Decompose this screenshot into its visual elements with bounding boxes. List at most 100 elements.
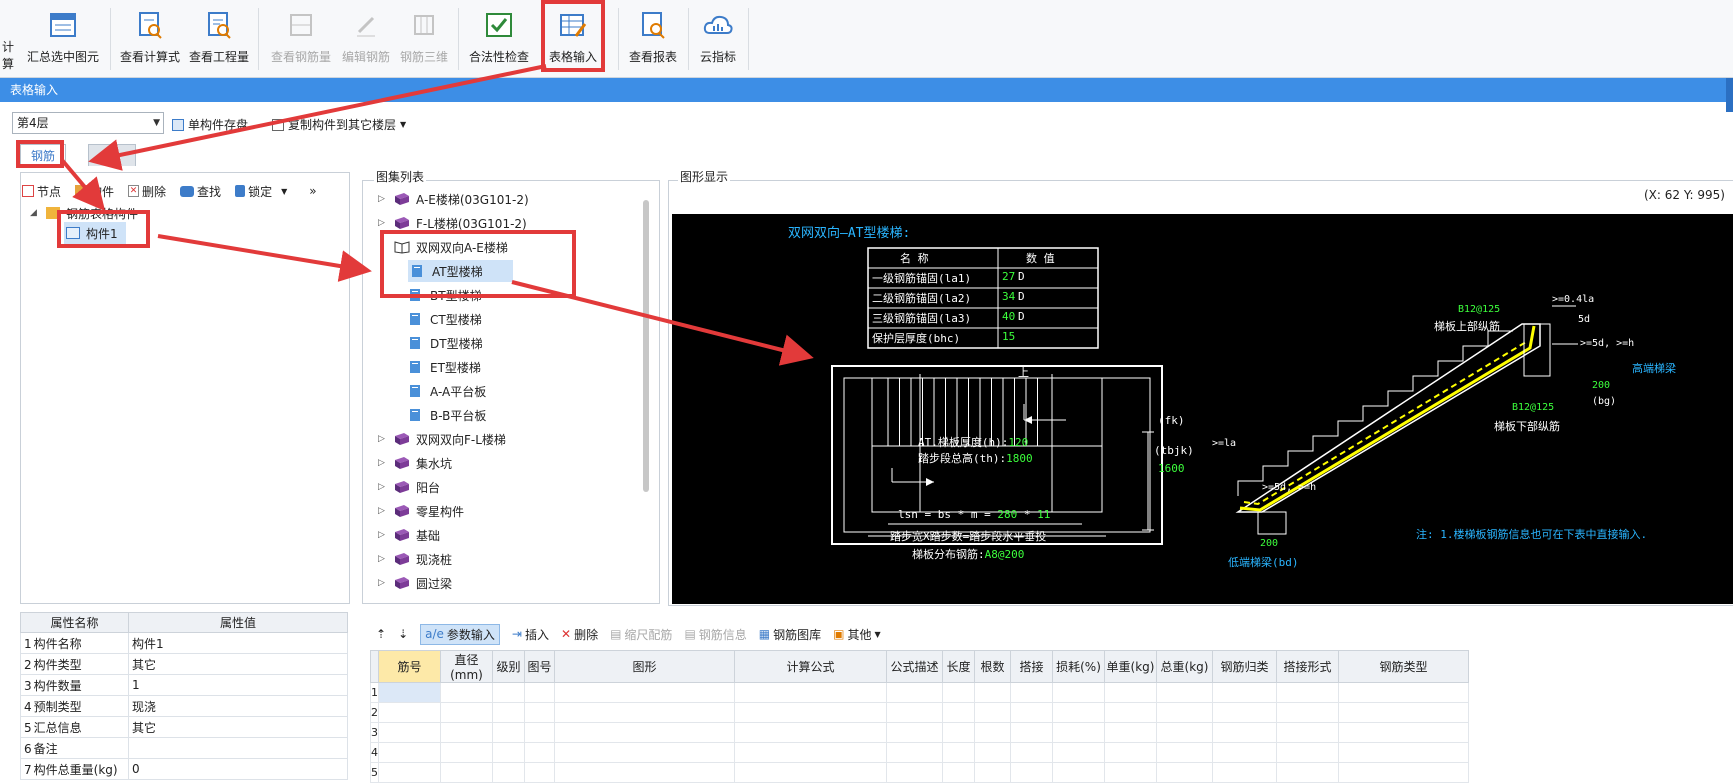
- grid-cell[interactable]: [886, 682, 943, 703]
- single-component-save-button[interactable]: 单构件存盘: [172, 116, 248, 133]
- tab-civil[interactable]: 土建: [88, 144, 136, 166]
- grid-cell[interactable]: [1156, 682, 1213, 703]
- expand-icon[interactable]: ▷: [378, 434, 388, 444]
- atlas-item[interactable]: B-B平台板: [408, 404, 486, 426]
- grid-header[interactable]: 计算公式: [734, 650, 887, 683]
- grid-header[interactable]: 钢筋类型: [1338, 650, 1469, 683]
- grid-cell[interactable]: [1338, 742, 1469, 763]
- move-up-button[interactable]: ⇡: [376, 627, 386, 641]
- grid-cell[interactable]: [1338, 682, 1469, 703]
- property-row[interactable]: 3 构件数量 1: [20, 674, 348, 696]
- grid-cell[interactable]: [378, 682, 441, 703]
- property-value[interactable]: [128, 737, 348, 759]
- grid-cell[interactable]: [974, 742, 1011, 763]
- grid-row[interactable]: 1: [370, 682, 1469, 703]
- lock-button[interactable]: 锁定 ▼: [235, 183, 287, 200]
- grid-cell[interactable]: [1010, 722, 1053, 743]
- grid-cell[interactable]: [378, 762, 441, 783]
- grid-cell[interactable]: [554, 702, 735, 723]
- grid-cell[interactable]: [440, 762, 493, 783]
- grid-cell[interactable]: [1212, 722, 1277, 743]
- grid-cell[interactable]: [886, 722, 943, 743]
- grid-cell[interactable]: [1104, 722, 1157, 743]
- atlas-item[interactable]: ▷ 零星构件: [378, 500, 464, 522]
- stair-drawing-canvas[interactable]: 双网双向—AT型楼梯: 名 称数 值一级钢筋锚固(la1) 27 D 二级钢筋锚固(l…: [672, 214, 1733, 604]
- property-row[interactable]: 5 汇总信息 其它: [20, 716, 348, 738]
- view-rebar-amount-button[interactable]: 查看钢筋量: [268, 6, 334, 72]
- grid-cell[interactable]: [1276, 722, 1339, 743]
- grid-cell[interactable]: [974, 722, 1011, 743]
- grid-cell[interactable]: [1052, 702, 1105, 723]
- atlas-item[interactable]: ▷ 圆过梁: [378, 572, 452, 594]
- grid-cell[interactable]: [524, 702, 555, 723]
- grid-cell[interactable]: [378, 722, 441, 743]
- grid-header[interactable]: 图形: [554, 650, 735, 683]
- edit-rebar-button[interactable]: 编辑钢筋: [338, 6, 394, 72]
- grid-header[interactable]: 级别: [492, 650, 525, 683]
- grid-cell[interactable]: [1276, 682, 1339, 703]
- grid-cell[interactable]: [734, 762, 887, 783]
- grid-cell[interactable]: [492, 762, 525, 783]
- rebar-info-button[interactable]: ▤ 钢筋信息: [684, 626, 746, 643]
- atlas-item[interactable]: ▷ A-E楼梯(03G101-2): [378, 188, 529, 210]
- property-value[interactable]: 其它: [128, 653, 348, 675]
- grid-header[interactable]: 搭接形式: [1276, 650, 1339, 683]
- add-component-button[interactable]: 构件: [75, 183, 114, 200]
- other-button[interactable]: ▣ 其他 ▼: [833, 626, 881, 643]
- cloud-index-button[interactable]: 云指标: [692, 6, 744, 72]
- grid-header[interactable]: 单重(kg): [1104, 650, 1157, 683]
- grid-cell[interactable]: [378, 742, 441, 763]
- grid-cell[interactable]: [1156, 702, 1213, 723]
- grid-header[interactable]: 搭接: [1010, 650, 1053, 683]
- rebar-library-button[interactable]: ▦ 钢筋图库: [759, 626, 821, 643]
- grid-header[interactable]: 根数: [974, 650, 1011, 683]
- grid-cell[interactable]: [1010, 742, 1053, 763]
- grid-cell[interactable]: [1052, 742, 1105, 763]
- grid-cell[interactable]: [1212, 762, 1277, 783]
- grid-cell[interactable]: [524, 722, 555, 743]
- grid-header[interactable]: 图号: [524, 650, 555, 683]
- expand-icon[interactable]: ▷: [378, 578, 388, 588]
- grid-cell[interactable]: [974, 682, 1011, 703]
- grid-row[interactable]: 5: [370, 762, 1469, 783]
- grid-cell[interactable]: [974, 702, 1011, 723]
- grid-cell[interactable]: [1052, 682, 1105, 703]
- grid-cell[interactable]: [554, 742, 735, 763]
- grid-cell[interactable]: [1276, 762, 1339, 783]
- grid-header[interactable]: 钢筋归类: [1212, 650, 1277, 683]
- property-value[interactable]: 0: [128, 758, 348, 780]
- atlas-item[interactable]: ▷ 集水坑: [378, 452, 452, 474]
- property-row[interactable]: 1 构件名称 构件1: [20, 632, 348, 654]
- move-down-button[interactable]: ⇣: [398, 627, 408, 641]
- grid-header[interactable]: 长度: [942, 650, 975, 683]
- validity-check-button[interactable]: 合法性检查: [464, 6, 534, 72]
- param-input-button[interactable]: a/e 参数输入: [420, 623, 500, 645]
- grid-cell[interactable]: [492, 682, 525, 703]
- atlas-item[interactable]: ▷ 阳台: [378, 476, 440, 498]
- grid-row[interactable]: 3: [370, 722, 1469, 743]
- floor-select[interactable]: 第4层 ▼: [12, 112, 164, 134]
- expand-icon[interactable]: ▷: [378, 218, 388, 228]
- grid-cell[interactable]: [1276, 742, 1339, 763]
- grid-cell[interactable]: [440, 682, 493, 703]
- view-formula-button[interactable]: 查看计算式: [117, 6, 183, 72]
- property-value[interactable]: 1: [128, 674, 348, 696]
- summary-selected-button[interactable]: 汇总选中图元: [20, 6, 106, 72]
- grid-cell[interactable]: [886, 742, 943, 763]
- rebar-3d-button[interactable]: 钢筋三维: [396, 6, 452, 72]
- grid-cell[interactable]: [1338, 702, 1469, 723]
- grid-cell[interactable]: [942, 722, 975, 743]
- grid-cell[interactable]: [886, 702, 943, 723]
- grid-cell[interactable]: [1276, 702, 1339, 723]
- grid-cell[interactable]: [492, 742, 525, 763]
- grid-cell[interactable]: [942, 762, 975, 783]
- property-row[interactable]: 7 构件总重量(kg) 0: [20, 758, 348, 780]
- view-quantity-button[interactable]: 查看工程量: [186, 6, 252, 72]
- atlas-scrollbar[interactable]: [643, 200, 649, 492]
- grid-row[interactable]: 2: [370, 702, 1469, 723]
- atlas-item[interactable]: A-A平台板: [408, 380, 486, 402]
- grid-cell[interactable]: [942, 702, 975, 723]
- property-value[interactable]: 现浇: [128, 695, 348, 717]
- grid-cell[interactable]: [734, 702, 887, 723]
- atlas-item[interactable]: ET型楼梯: [408, 356, 481, 378]
